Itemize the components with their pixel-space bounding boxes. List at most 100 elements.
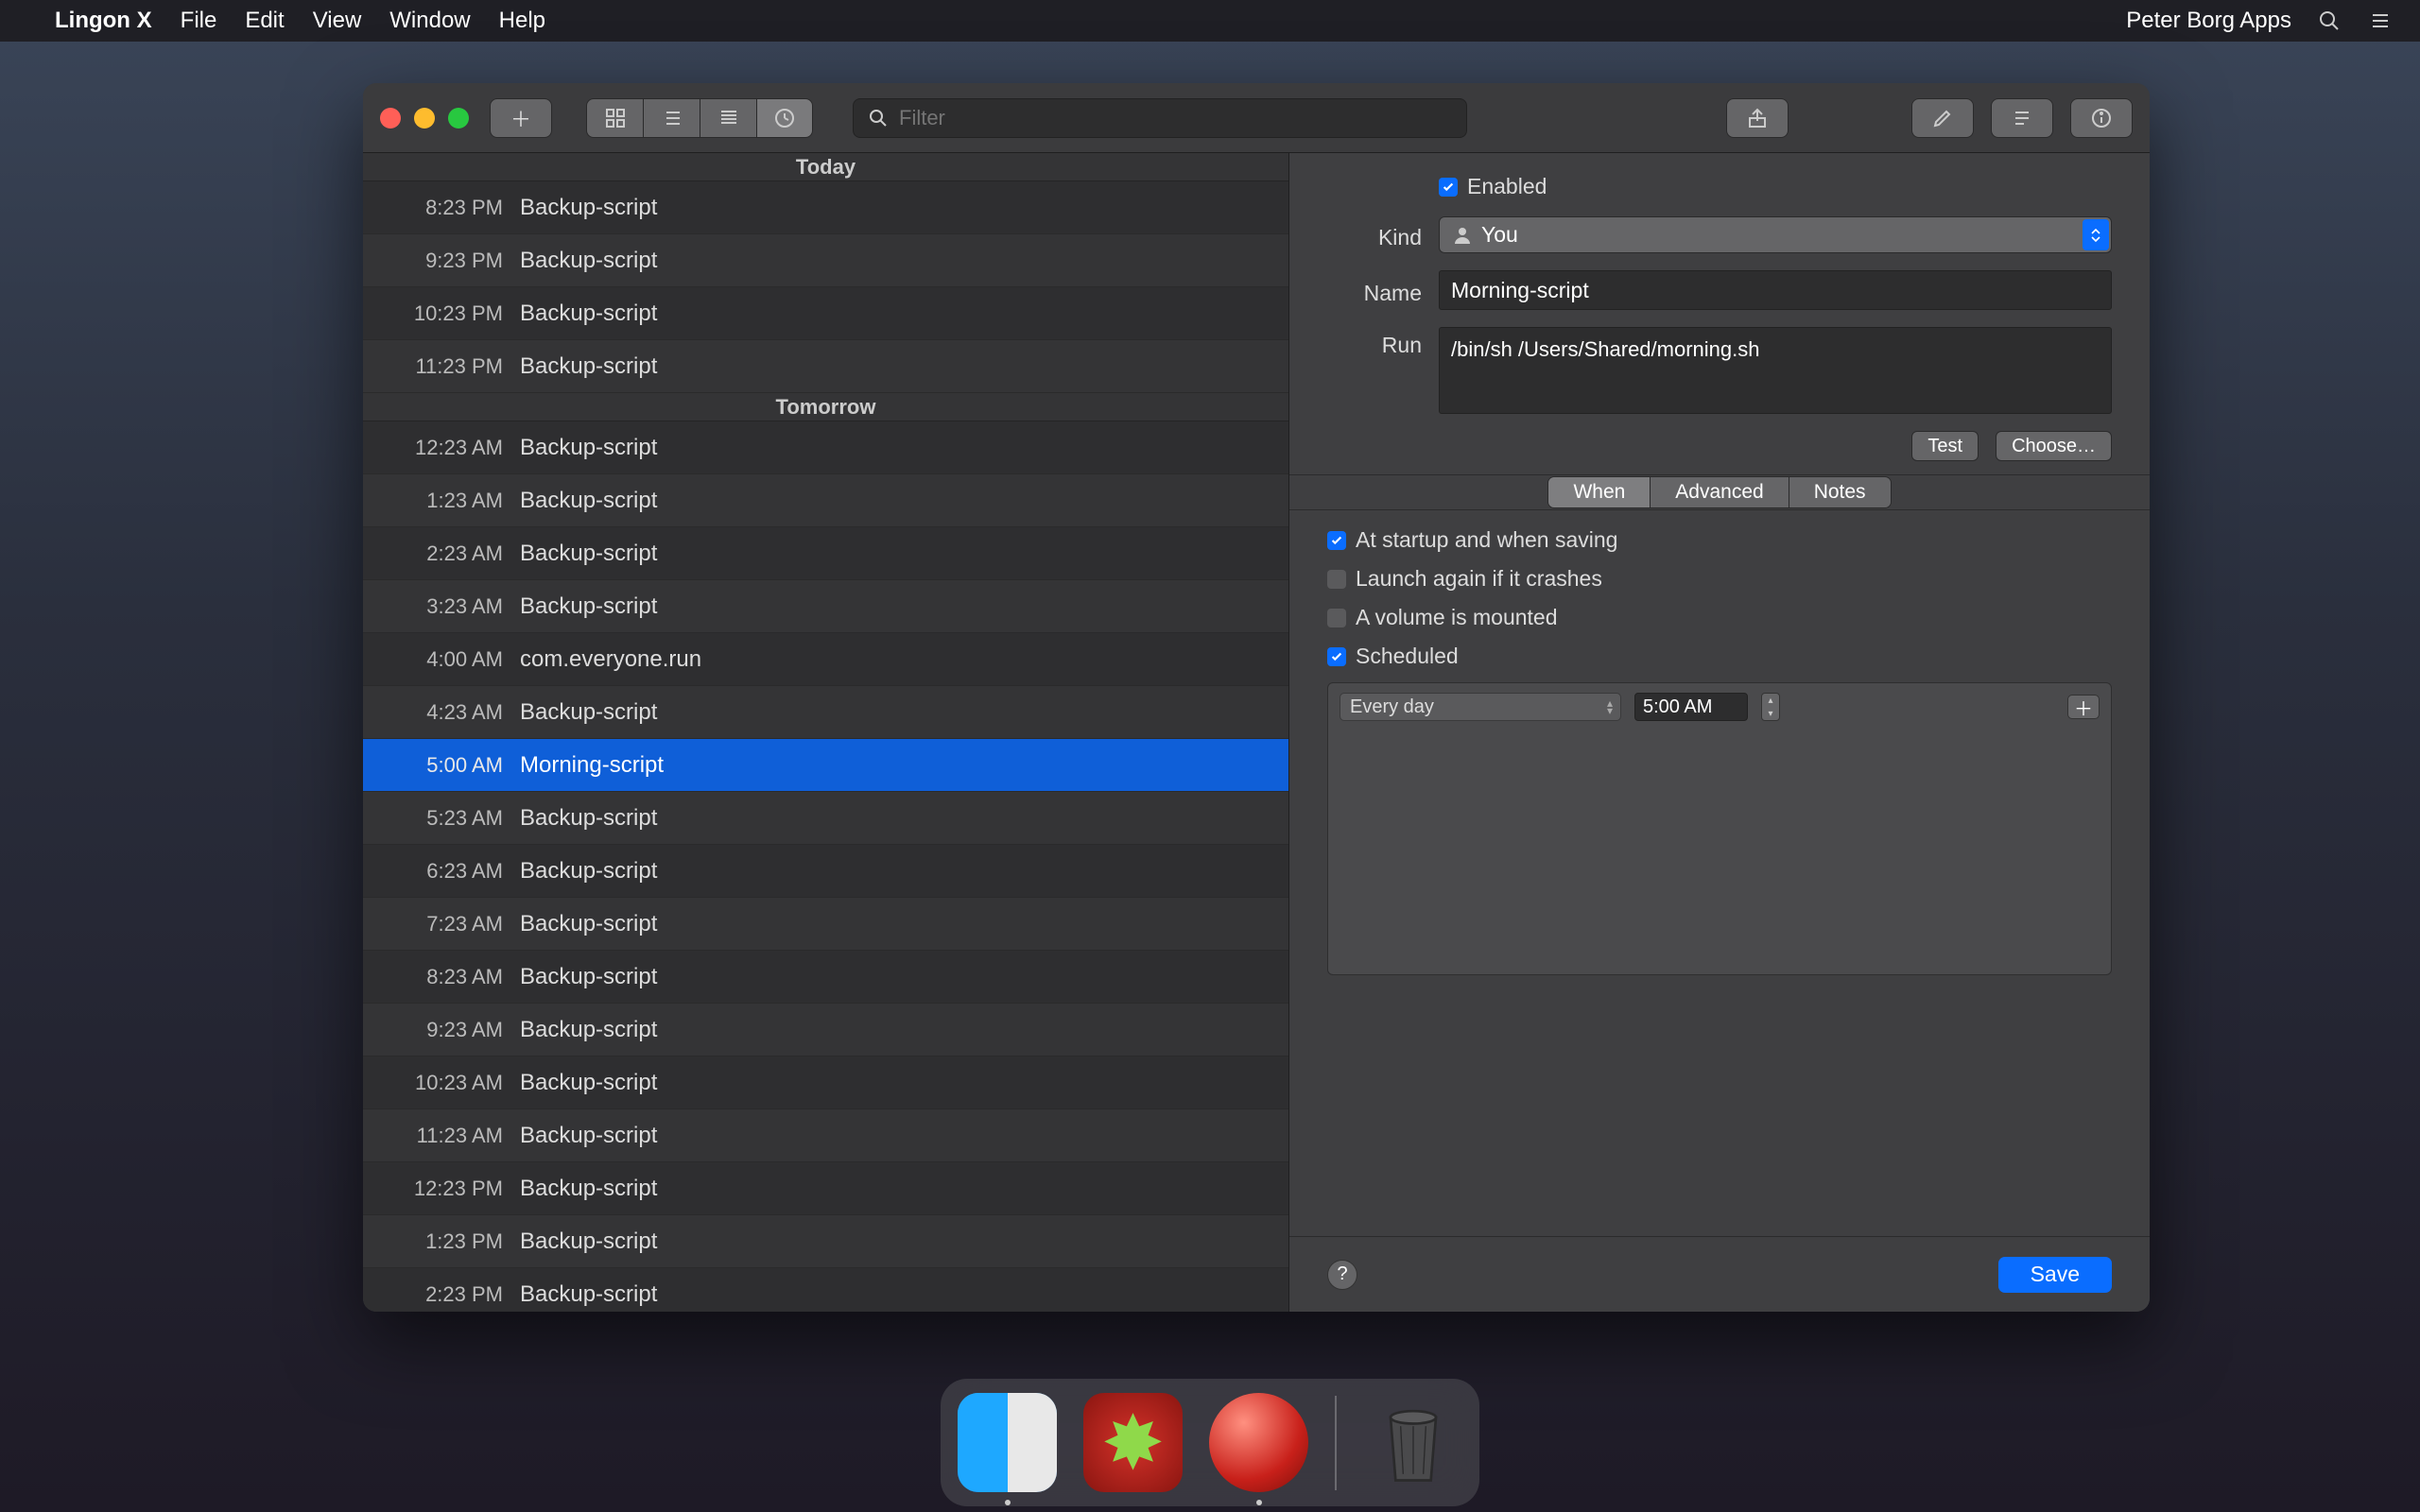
startup-checkbox[interactable] xyxy=(1327,531,1346,550)
list-item-time: 11:23 PM xyxy=(380,354,503,379)
tab-notes[interactable]: Notes xyxy=(1789,477,1891,507)
list-item[interactable]: 6:23 AMBackup-script xyxy=(363,845,1288,898)
list-section-header: Today xyxy=(363,153,1288,181)
search-input[interactable] xyxy=(899,106,1453,130)
add-schedule-button[interactable]: ＋ xyxy=(2067,695,2100,719)
choose-button[interactable]: Choose… xyxy=(1996,431,2112,461)
tab-when[interactable]: When xyxy=(1548,477,1651,507)
list-item-time: 5:23 AM xyxy=(380,806,503,831)
list-item[interactable]: 2:23 AM Backup-script xyxy=(363,527,1288,580)
dock-finder[interactable] xyxy=(958,1393,1057,1492)
name-label: Name xyxy=(1327,275,1422,306)
list-item[interactable]: 12:23 AMBackup-script xyxy=(363,421,1288,474)
menu-file[interactable]: File xyxy=(181,8,217,34)
close-button[interactable] xyxy=(380,108,401,129)
list-item[interactable]: 2:23 PM Backup-script xyxy=(363,1268,1288,1312)
dock-separator xyxy=(1335,1396,1337,1490)
add-button[interactable]: ＋ xyxy=(490,98,552,138)
minimize-button[interactable] xyxy=(414,108,435,129)
list-item-time: 10:23 AM xyxy=(380,1071,503,1095)
job-list[interactable]: Today8:23 PMBackup-script9:23 PMBackup-s… xyxy=(363,153,1289,1312)
list-item[interactable]: 5:23 AMBackup-script xyxy=(363,792,1288,845)
list-item[interactable]: 9:23 PMBackup-script xyxy=(363,234,1288,287)
app-name[interactable]: Lingon X xyxy=(55,8,152,34)
list-item[interactable]: 8:23 PMBackup-script xyxy=(363,181,1288,234)
tab-advanced[interactable]: Advanced xyxy=(1651,477,1789,507)
list-item-name: Backup-script xyxy=(520,1176,1271,1202)
list-item-name: Backup-script xyxy=(520,911,1271,937)
chevron-updown-icon: ▴▾ xyxy=(1607,699,1613,714)
list-item-time: 2:23 PM xyxy=(380,1282,503,1307)
list-item[interactable]: 12:23 PM Backup-script xyxy=(363,1162,1288,1215)
view-compact-icon[interactable] xyxy=(700,98,756,138)
menubar-app-title[interactable]: Peter Borg Apps xyxy=(2126,8,2291,34)
detail-panel: Enabled Kind You Name Run xyxy=(1289,153,2150,1312)
spotlight-icon[interactable] xyxy=(2316,8,2342,34)
save-button[interactable]: Save xyxy=(1998,1257,2112,1293)
search-field[interactable] xyxy=(853,98,1467,138)
dock-app-strawberry[interactable] xyxy=(1083,1393,1183,1492)
time-stepper[interactable]: ▴▾ xyxy=(1761,693,1780,721)
kind-popup[interactable]: You xyxy=(1439,216,2112,253)
help-button[interactable]: ? xyxy=(1327,1260,1357,1290)
list-item[interactable]: 11:23 AMBackup-script xyxy=(363,1109,1288,1162)
list-item[interactable]: 9:23 AMBackup-script xyxy=(363,1004,1288,1057)
list-item-name: Backup-script xyxy=(520,541,1271,567)
list-item[interactable]: 5:00 AMMorning-script xyxy=(363,739,1288,792)
list-item[interactable]: 1:23 AMBackup-script xyxy=(363,474,1288,527)
dock-app-lingon[interactable] xyxy=(1209,1393,1308,1492)
enabled-checkbox[interactable] xyxy=(1439,178,1458,197)
list-item-name: Backup-script xyxy=(520,1281,1271,1308)
schedule-time-field[interactable]: 5:00 AM xyxy=(1634,693,1748,721)
list-item[interactable]: 11:23 PM Backup-script xyxy=(363,340,1288,393)
popup-caret-icon xyxy=(2083,219,2109,250)
list-item-name: Backup-script xyxy=(520,699,1271,726)
menu-view[interactable]: View xyxy=(313,8,362,34)
dock-trash[interactable] xyxy=(1363,1393,1462,1492)
menu-edit[interactable]: Edit xyxy=(245,8,284,34)
list-item-time: 7:23 AM xyxy=(380,912,503,936)
scheduled-checkbox[interactable] xyxy=(1327,647,1346,666)
list-item[interactable]: 4:23 AMBackup-script xyxy=(363,686,1288,739)
list-item[interactable]: 3:23 AM Backup-script xyxy=(363,580,1288,633)
text-button[interactable] xyxy=(1991,98,2053,138)
menu-help[interactable]: Help xyxy=(499,8,545,34)
list-item[interactable]: 10:23 PMBackup-script xyxy=(363,287,1288,340)
run-field[interactable] xyxy=(1439,327,2112,414)
when-panel: At startup and when saving Launch again … xyxy=(1289,510,2150,1236)
edit-button[interactable] xyxy=(1911,98,1974,138)
list-item-name: Backup-script xyxy=(520,593,1271,620)
list-item-name: Backup-script xyxy=(520,1123,1271,1149)
app-window: ＋ Today8:23 PMBackup-script9:23 PMBackup… xyxy=(363,83,2150,1312)
volume-checkbox[interactable] xyxy=(1327,609,1346,627)
view-list-icon[interactable] xyxy=(643,98,700,138)
share-button[interactable] xyxy=(1726,98,1789,138)
relaunch-checkbox[interactable] xyxy=(1327,570,1346,589)
view-schedule-icon[interactable] xyxy=(756,98,813,138)
list-item-name: Backup-script xyxy=(520,248,1271,274)
list-item[interactable]: 4:00 AMcom.everyone.run xyxy=(363,633,1288,686)
list-item[interactable]: 7:23 AM Backup-script xyxy=(363,898,1288,951)
list-item[interactable]: 1:23 PMBackup-script xyxy=(363,1215,1288,1268)
view-grid-icon[interactable] xyxy=(586,98,643,138)
list-item-time: 3:23 AM xyxy=(380,594,503,619)
test-button[interactable]: Test xyxy=(1911,431,1979,461)
name-field[interactable] xyxy=(1439,270,2112,310)
list-item-time: 2:23 AM xyxy=(380,541,503,566)
list-section-header: Tomorrow xyxy=(363,393,1288,421)
search-icon xyxy=(867,107,890,129)
toolbar: ＋ xyxy=(363,83,2150,153)
interval-popup[interactable]: Every day ▴▾ xyxy=(1340,693,1621,721)
list-item-name: Backup-script xyxy=(520,195,1271,221)
list-item[interactable]: 8:23 AMBackup-script xyxy=(363,951,1288,1004)
menubar-list-icon[interactable] xyxy=(2367,8,2394,34)
list-item-name: Backup-script xyxy=(520,353,1271,380)
kind-value: You xyxy=(1481,222,1518,248)
info-button[interactable] xyxy=(2070,98,2133,138)
menu-window[interactable]: Window xyxy=(389,8,470,34)
list-item[interactable]: 10:23 AMBackup-script xyxy=(363,1057,1288,1109)
scheduled-label: Scheduled xyxy=(1356,644,1459,669)
zoom-button[interactable] xyxy=(448,108,469,129)
list-item-time: 12:23 PM xyxy=(380,1177,503,1201)
list-item-time: 1:23 PM xyxy=(380,1229,503,1254)
